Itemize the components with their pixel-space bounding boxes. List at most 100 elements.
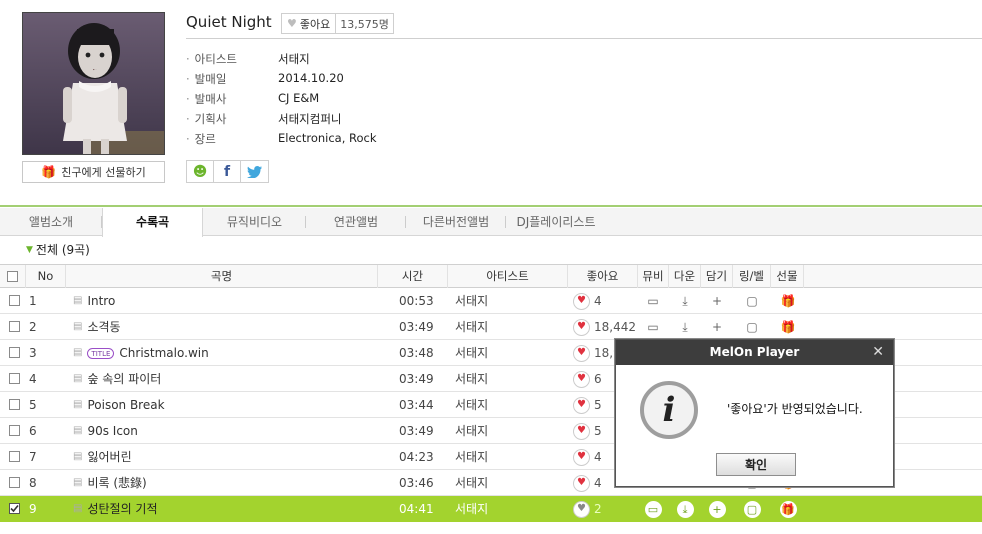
track-artist[interactable]: 서태지 — [455, 470, 488, 496]
album-like-button[interactable]: ♥ 좋아요 — [282, 14, 337, 33]
gift-icon[interactable]: 🎁 — [778, 314, 798, 340]
gift-icon[interactable]: 🎁 — [778, 496, 798, 522]
gift-to-friend-button[interactable]: 🎁 친구에게 선물하기 — [22, 161, 165, 183]
heart-icon[interactable]: ♥ — [573, 344, 590, 362]
tab-other-versions[interactable]: 다른버전앨범 — [406, 208, 506, 236]
info-artist-link[interactable]: 서태지 — [278, 51, 310, 67]
heart-icon[interactable]: ♥ — [573, 370, 590, 388]
track-like[interactable]: ♥ 4 — [573, 288, 602, 314]
lyrics-doc-icon[interactable]: ▤ — [73, 444, 82, 470]
heart-icon[interactable]: ♥ — [573, 396, 590, 414]
track-name[interactable]: 성탄절의 기적 — [87, 496, 157, 522]
row-checkbox[interactable] — [9, 295, 20, 306]
table-row[interactable]: 9 ▤ 성탄절의 기적 04:41 서태지 ♥ 2 ▭ ⤓ + ▢ 🎁 — [0, 496, 982, 522]
ringtone-icon[interactable]: ▢ — [742, 288, 762, 314]
track-artist[interactable]: 서태지 — [455, 444, 488, 470]
checkbox[interactable] — [9, 321, 20, 332]
close-icon[interactable]: ✕ — [872, 340, 884, 365]
track-like[interactable]: ♥ 18,442 — [573, 314, 636, 340]
lyrics-doc-icon[interactable]: ▤ — [73, 392, 82, 418]
heart-icon[interactable]: ♥ — [573, 448, 590, 466]
track-name[interactable]: Intro — [87, 288, 115, 314]
row-checkbox[interactable] — [9, 451, 20, 462]
tab-dj-playlist[interactable]: DJ플레이리스트 — [506, 208, 606, 236]
facebook-icon[interactable]: f — [214, 161, 241, 182]
checkbox[interactable] — [9, 503, 20, 514]
checkbox[interactable] — [9, 477, 20, 488]
lyrics-doc-icon[interactable]: ▤ — [73, 314, 82, 340]
ringtone-icon[interactable]: ▢ — [742, 496, 762, 522]
row-checkbox[interactable] — [9, 425, 20, 436]
checkbox[interactable] — [9, 347, 20, 358]
track-name[interactable]: 숲 속의 파이터 — [87, 366, 161, 392]
lyrics-doc-icon[interactable]: ▤ — [73, 418, 82, 444]
track-like[interactable]: ♥ 4 — [573, 470, 602, 496]
track-artist[interactable]: 서태지 — [455, 392, 488, 418]
lyrics-doc-icon[interactable]: ▤ — [73, 340, 82, 366]
table-row[interactable]: 2 ▤ 소격동 03:49 서태지 ♥ 18,442 ▭ ⤓ + ▢ 🎁 — [0, 314, 982, 340]
table-row[interactable]: 1 ▤ Intro 00:53 서태지 ♥ 4 ▭ ⤓ + ▢ 🎁 — [0, 288, 982, 314]
checkbox[interactable] — [9, 425, 20, 436]
select-all-checkbox[interactable] — [7, 271, 18, 282]
download-icon[interactable]: ⤓ — [675, 288, 695, 314]
track-artist[interactable]: 서태지 — [455, 314, 488, 340]
row-checkbox[interactable] — [9, 321, 20, 332]
checkbox[interactable] — [9, 295, 20, 306]
add-to-playlist-icon[interactable]: + — [707, 314, 727, 340]
checkbox[interactable] — [9, 373, 20, 384]
gift-icon[interactable]: 🎁 — [778, 288, 798, 314]
track-name[interactable]: 90s Icon — [87, 418, 137, 444]
track-like[interactable]: ♥ 2 — [573, 496, 602, 522]
track-artist[interactable]: 서태지 — [455, 496, 488, 522]
track-name[interactable]: Christmalo.win — [119, 340, 208, 366]
lyrics-doc-icon[interactable]: ▤ — [73, 496, 82, 522]
tab-tracks[interactable]: 수록곡 — [102, 208, 203, 237]
row-checkbox[interactable] — [9, 399, 20, 410]
album-cover-image[interactable] — [22, 12, 165, 155]
heart-icon[interactable]: ♥ — [573, 500, 590, 518]
track-name[interactable]: 잃어버린 — [87, 444, 131, 470]
download-icon[interactable]: ⤓ — [675, 496, 695, 522]
twitter-icon[interactable] — [241, 161, 268, 182]
heart-icon[interactable]: ♥ — [573, 318, 590, 336]
tab-related-albums[interactable]: 연관앨범 — [306, 208, 406, 236]
add-to-playlist-icon[interactable]: + — [707, 496, 727, 522]
track-like[interactable]: ♥ 18,9 — [573, 340, 621, 366]
track-like[interactable]: ♥ 4 — [573, 444, 602, 470]
lyrics-doc-icon[interactable]: ▤ — [73, 366, 82, 392]
heart-icon[interactable]: ♥ — [573, 292, 590, 310]
row-checkbox[interactable] — [9, 347, 20, 358]
track-filter-dropdown[interactable]: ▼ 전체 (9곡) — [26, 241, 90, 258]
row-checkbox[interactable] — [9, 503, 20, 514]
track-duration: 03:49 — [399, 320, 434, 334]
add-to-playlist-icon[interactable]: + — [707, 288, 727, 314]
row-checkbox[interactable] — [9, 477, 20, 488]
heart-icon[interactable]: ♥ — [573, 474, 590, 492]
tab-album-intro[interactable]: 앨범소개 — [0, 208, 102, 236]
checkbox[interactable] — [9, 451, 20, 462]
track-like[interactable]: ♥ 5 — [573, 392, 602, 418]
track-name[interactable]: 소격동 — [87, 314, 120, 340]
lyrics-doc-icon[interactable]: ▤ — [73, 288, 82, 314]
melon-friend-icon[interactable]: ☻ — [187, 161, 214, 182]
album-like-box[interactable]: ♥ 좋아요 13,575명 — [281, 13, 394, 34]
track-like[interactable]: ♥ 6 — [573, 366, 602, 392]
track-name[interactable]: Poison Break — [87, 392, 164, 418]
music-video-icon[interactable]: ▭ — [643, 288, 663, 314]
ok-button[interactable]: 확인 — [716, 453, 796, 476]
heart-icon[interactable]: ♥ — [573, 422, 590, 440]
lyrics-doc-icon[interactable]: ▤ — [73, 470, 82, 496]
music-video-icon[interactable]: ▭ — [643, 314, 663, 340]
track-name[interactable]: 비록 (悲錄) — [87, 470, 146, 496]
track-like[interactable]: ♥ 5 — [573, 418, 602, 444]
tab-music-video[interactable]: 뮤직비디오 — [203, 208, 306, 236]
download-icon[interactable]: ⤓ — [675, 314, 695, 340]
music-video-icon[interactable]: ▭ — [643, 496, 663, 522]
track-artist[interactable]: 서태지 — [455, 418, 488, 444]
track-artist[interactable]: 서태지 — [455, 288, 488, 314]
row-checkbox[interactable] — [9, 373, 20, 384]
ringtone-icon[interactable]: ▢ — [742, 314, 762, 340]
checkbox[interactable] — [9, 399, 20, 410]
track-artist[interactable]: 서태지 — [455, 340, 488, 366]
track-artist[interactable]: 서태지 — [455, 366, 488, 392]
